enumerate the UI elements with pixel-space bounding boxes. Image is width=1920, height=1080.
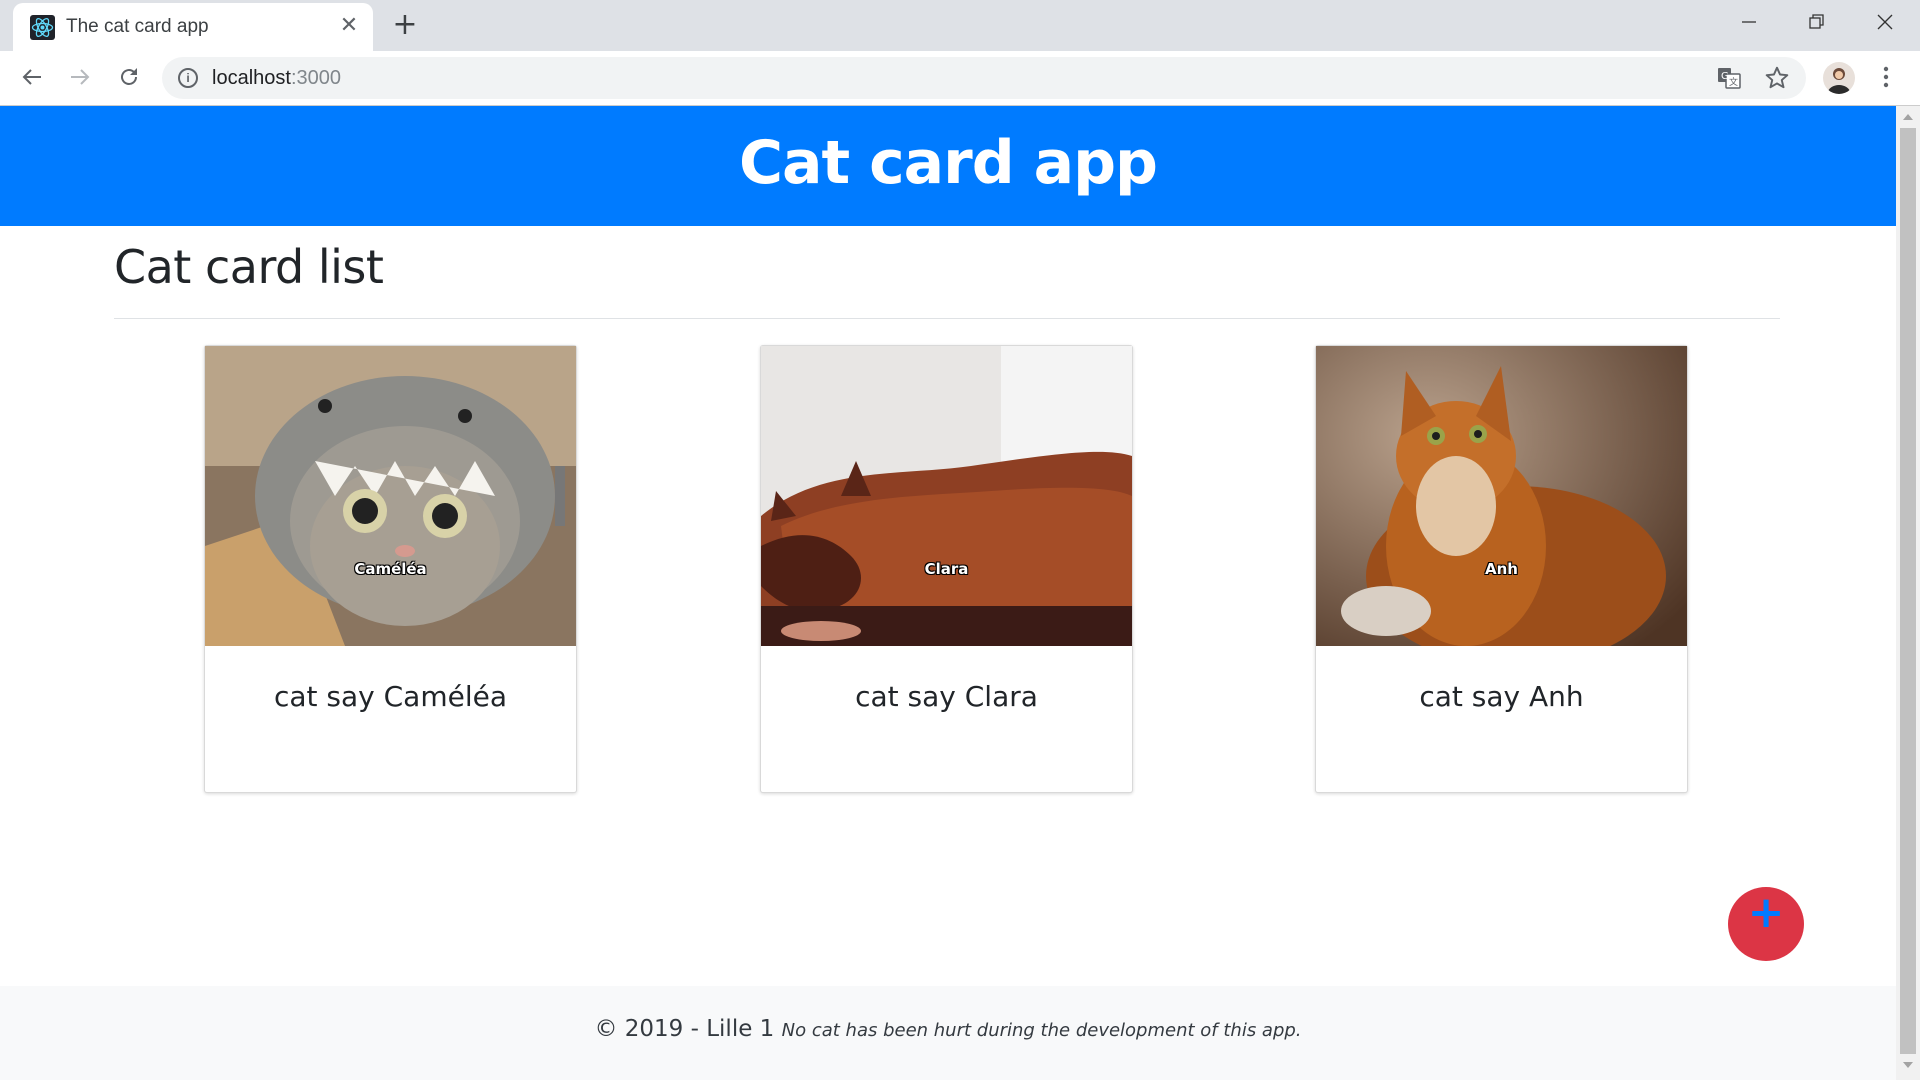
cat-image: Clara (761, 346, 1132, 646)
card-caption: cat say Clara (855, 680, 1038, 713)
card-caption: cat say Caméléa (273, 680, 508, 713)
new-tab-button[interactable]: + (388, 9, 422, 43)
minimize-icon (1742, 21, 1756, 23)
translate-icon[interactable]: G 文 (1717, 67, 1741, 89)
cat-card[interactable]: Caméléa cat say Caméléa (204, 345, 577, 793)
restore-button[interactable] (1789, 4, 1845, 40)
browser-toolbar: i localhost:3000 G 文 (0, 51, 1920, 106)
footer-copyright: © 2019 - Lille 1 (594, 1016, 775, 1042)
bookmark-star-icon[interactable] (1764, 65, 1790, 91)
footer: © 2019 - Lille 1 No cat has been hurt du… (0, 986, 1896, 1080)
browser-chrome: The cat card app ✕ + i localhost:3000 G … (0, 0, 1920, 106)
cat-image: Caméléa (205, 346, 576, 646)
app-title: Cat card app (739, 128, 1158, 198)
add-cat-button[interactable]: + (1728, 887, 1804, 961)
footer-note: No cat has been hurt during the developm… (781, 1020, 1302, 1041)
page-title: Cat card list (114, 240, 384, 294)
reload-button[interactable] (111, 59, 147, 95)
reload-icon (121, 68, 137, 85)
url-port: :3000 (290, 67, 341, 89)
minimize-button[interactable] (1721, 4, 1777, 40)
plus-icon: + (1747, 887, 1785, 938)
footer-text: © 2019 - Lille 1 No cat has been hurt du… (0, 1016, 1896, 1042)
url-text[interactable]: localhost:3000 (212, 67, 341, 90)
arrow-right-icon (71, 69, 90, 85)
scrollbar-thumb[interactable] (1900, 128, 1916, 1054)
react-icon (30, 15, 55, 40)
cat-card[interactable]: Anh cat say Anh (1315, 345, 1688, 793)
heading-divider (114, 318, 1780, 319)
svg-text:G: G (1721, 71, 1729, 82)
scroll-up-icon[interactable] (1903, 114, 1913, 120)
page-viewport: Cat card app Cat card list Caméléa cat s… (0, 106, 1896, 1080)
profile-avatar[interactable] (1823, 62, 1855, 94)
close-icon (1877, 14, 1893, 30)
url-host: localhost (212, 67, 291, 89)
arrow-left-icon (22, 69, 41, 85)
card-caption: cat say Anh (1419, 680, 1584, 713)
back-button[interactable] (14, 59, 50, 95)
close-window-button[interactable] (1857, 4, 1913, 40)
vertical-scrollbar[interactable] (1896, 106, 1920, 1080)
browser-menu-icon[interactable] (1876, 63, 1896, 93)
svg-text:文: 文 (1729, 76, 1738, 88)
address-bar[interactable]: i localhost:3000 G 文 (162, 57, 1806, 99)
scroll-down-icon[interactable] (1903, 1062, 1913, 1068)
tab-strip: The cat card app ✕ + (0, 0, 1920, 51)
meme-text: Clara (924, 560, 969, 578)
cat-card[interactable]: Clara cat say Clara (760, 345, 1133, 793)
restore-icon (1809, 14, 1824, 29)
cat-image: Anh (1316, 346, 1687, 646)
forward-button[interactable] (62, 59, 98, 95)
meme-text: Caméléa (354, 560, 427, 578)
tab-close-icon[interactable]: ✕ (334, 11, 364, 41)
info-icon[interactable]: i (178, 68, 198, 88)
tab-title: The cat card app (66, 16, 209, 37)
browser-tab[interactable]: The cat card app ✕ (13, 3, 373, 51)
app-header: Cat card app (0, 106, 1896, 226)
meme-text: Anh (1485, 560, 1518, 578)
